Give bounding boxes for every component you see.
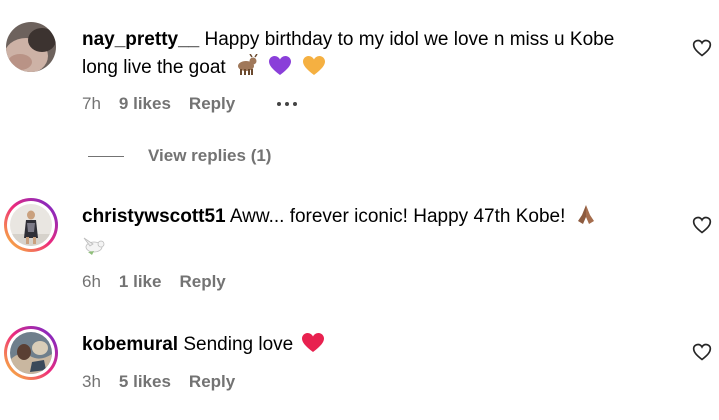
comment-username[interactable]: nay_pretty__ bbox=[82, 29, 199, 50]
like-heart-icon[interactable] bbox=[692, 342, 712, 362]
comment-body-continued: long live the goat bbox=[82, 57, 226, 78]
likes-count[interactable]: 5 likes bbox=[119, 372, 171, 392]
comment-body: Aww... forever iconic! Happy 47th Kobe! bbox=[225, 206, 566, 227]
praying-hands-emoji bbox=[574, 203, 598, 234]
comment-time: 7h bbox=[82, 94, 101, 113]
reply-button[interactable]: Reply bbox=[179, 272, 225, 292]
reply-button[interactable]: Reply bbox=[189, 94, 235, 114]
purple-heart-emoji bbox=[269, 56, 292, 85]
comment-meta: 7h 9 likes Reply bbox=[82, 94, 298, 114]
comment-meta: 3h 5 likes Reply bbox=[82, 372, 235, 392]
red-heart-emoji bbox=[301, 333, 324, 362]
likes-count[interactable]: 1 like bbox=[119, 272, 162, 292]
comment-time: 3h bbox=[82, 372, 101, 391]
likes-count[interactable]: 9 likes bbox=[119, 94, 171, 114]
avatar bbox=[10, 332, 52, 374]
view-replies-line bbox=[88, 155, 124, 157]
comment-text: nay_pretty__ Happy birthday to my idol w… bbox=[82, 26, 662, 85]
dove-emoji bbox=[82, 234, 106, 265]
more-options-icon[interactable] bbox=[277, 102, 298, 106]
avatar-story-ring[interactable] bbox=[4, 198, 58, 252]
like-heart-icon[interactable] bbox=[692, 215, 712, 235]
reply-button[interactable]: Reply bbox=[189, 372, 235, 392]
comment-text: christywscott51 Aww... forever iconic! H… bbox=[82, 203, 662, 265]
comment-body: Happy birthday to my idol we love n miss… bbox=[199, 29, 615, 50]
goat-emoji bbox=[234, 53, 258, 85]
comment-time: 6h bbox=[82, 272, 101, 291]
comment-username[interactable]: christywscott51 bbox=[82, 206, 226, 227]
like-heart-icon[interactable] bbox=[692, 38, 712, 58]
view-replies-label: View replies (1) bbox=[148, 146, 272, 165]
comment-body: Sending love bbox=[178, 334, 294, 355]
avatar-story-ring[interactable] bbox=[4, 326, 58, 380]
avatar[interactable] bbox=[6, 22, 56, 72]
comment-text: kobemural Sending love bbox=[82, 331, 662, 362]
orange-heart-emoji bbox=[302, 56, 325, 85]
avatar bbox=[10, 204, 52, 246]
view-replies-button[interactable]: View replies (1) bbox=[88, 146, 271, 166]
comment-username[interactable]: kobemural bbox=[82, 334, 178, 355]
comment-meta: 6h 1 like Reply bbox=[82, 272, 226, 292]
